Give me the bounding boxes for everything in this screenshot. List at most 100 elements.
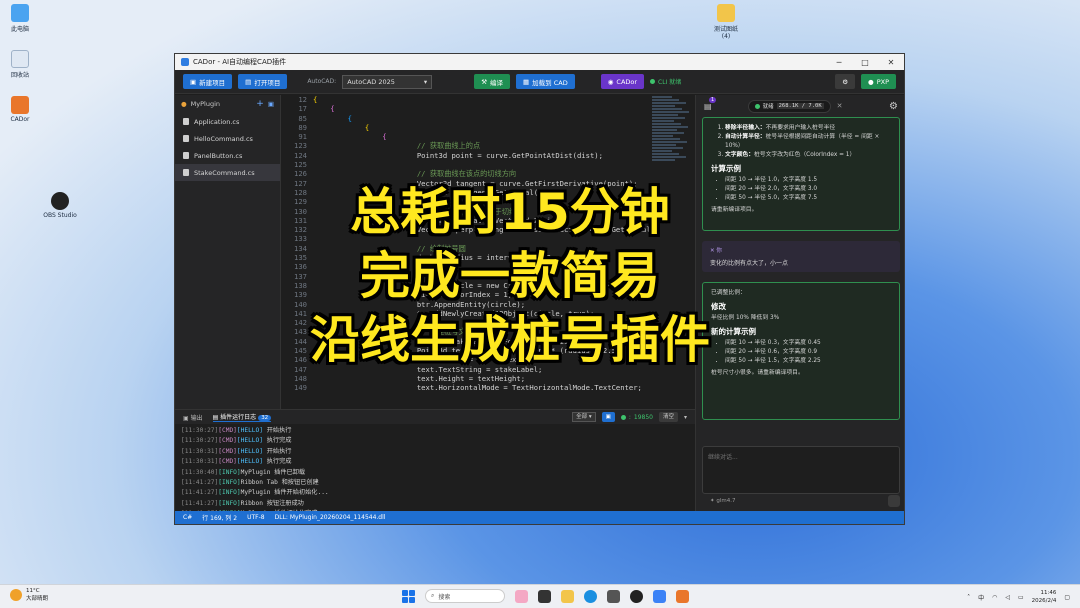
start-button[interactable] [402,589,415,603]
obs-taskbar-icon[interactable] [630,589,643,603]
refresh-icon[interactable]: ▣ [268,100,274,108]
new-project-button[interactable]: ▣ 新建项目 [183,74,233,89]
file-item-stakecommand[interactable]: StakeCommand.cs [175,164,280,181]
cursor-position[interactable]: 行 169, 列 2 [202,513,237,522]
history-icon[interactable]: ▤ 1 [704,96,717,111]
log-line: [11:30:31][CMD][HELLO] 执行完成 [181,457,689,467]
desktop-icon-cador[interactable]: CADor [0,96,40,123]
log-time: [11:30:40] [181,468,219,476]
taskbar: 11°C 大部晴朗 ⌕ 搜索 ˄ 中 ◠ ◁ ▭ 11:46 2026/2/4 ▢ [0,584,1080,608]
user-icon: ● [868,77,874,86]
log-line: [11:30:40][INFO]MyPlugin 插件已卸载 [181,468,689,478]
code-line[interactable]: { [313,95,683,104]
minimap-line [652,132,684,134]
desktop-icon-this-pc[interactable]: 此电脑 [0,4,40,33]
desktop-icon-folder[interactable]: 测试图纸 (4) [706,4,746,40]
battery-icon[interactable]: ▭ [1018,594,1024,601]
dll-name: DLL: MyPlugin_20260204_114544.dll [274,514,386,521]
log-content[interactable]: [11:30:27][CMD][HELLO] 开始执行 [11:30:27][CM… [175,424,695,522]
line-number: 126 [294,169,307,179]
file-item-panelbutton[interactable]: PanelButton.cs [175,147,280,164]
maximize-button[interactable]: □ [852,58,878,67]
window-title: CADor - AI自动编程CAD插件 [193,58,287,66]
log-tag: [CMD] [218,458,237,466]
gear-icon: ⚙ [842,77,849,86]
language-mode[interactable]: C# [183,514,192,521]
chat-input[interactable]: 继续对话... [702,446,900,494]
log-line: [11:30:31][CMD][HELLO] 开始执行 [181,447,689,457]
weather-widget[interactable]: 11°C 大部晴朗 [10,588,48,602]
encoding[interactable]: UTF-8 [247,514,265,521]
clock[interactable]: 11:46 2026/2/4 [1032,589,1057,605]
notification-icon[interactable]: ▢ [1064,594,1070,601]
autocad-label: AutoCAD: [307,78,337,85]
chevron-up-icon[interactable]: ˄ [967,594,970,601]
cador-taskbar-icon[interactable] [676,589,689,603]
log-panel: ▣ 输出 ▤ 插件运行日志 32 全部 ▾ ▣ :19850 清空 ▾ [11:3… [175,409,695,517]
project-header[interactable]: ● MyPlugin + ▣ [175,95,280,113]
gear-icon[interactable]: ⚙ [889,101,898,112]
code-line[interactable]: // 获取曲线在该点的切线方向 [313,169,683,178]
app-taskbar-icon[interactable] [653,589,666,603]
open-project-button[interactable]: ▤ 打开项目 [238,74,288,89]
minimap-line [652,129,677,131]
autocad-version-select[interactable]: AutoCAD 2025 ▾ [342,74,433,89]
widgets-icon[interactable] [515,589,528,603]
minimap-line [652,108,682,110]
log-time: [11:30:31] [181,458,219,466]
code-line[interactable]: { [313,114,683,123]
history-badge: 1 [709,96,717,103]
user-button[interactable]: ● PXP [861,74,896,89]
ime-indicator[interactable]: 中 [978,593,984,602]
desktop-icon-obs[interactable]: OBS Studio [40,192,80,219]
recycle-bin-icon [11,50,29,68]
code-line[interactable]: { [313,132,683,141]
close-icon[interactable]: ✕ [837,102,843,110]
cador-button[interactable]: ◉ CADor [600,74,645,89]
scroll-lock-button[interactable]: ▣ [601,412,615,422]
desktop-icon-recycle-bin[interactable]: 回收站 [0,50,40,79]
tab-plugin-log[interactable]: ▤ 插件运行日志 32 [212,412,272,422]
load-to-cad-button[interactable]: ▦ 加载到 CAD [516,74,575,89]
file-icon [183,169,189,176]
log-src: MyPlugin [240,489,271,497]
hammer-icon: ⚒ [481,77,488,86]
model-selector[interactable]: ✦ glm4.7 [710,498,735,504]
file-explorer-icon[interactable] [561,589,574,603]
log-filter-select[interactable]: 全部 ▾ [572,412,596,422]
title-bar[interactable]: CADor - AI自动编程CAD插件 ─ □ ✕ [175,54,904,70]
code-line[interactable]: // 获取曲线上的点 [313,141,683,150]
log-tabs: ▣ 输出 ▤ 插件运行日志 32 全部 ▾ ▣ :19850 清空 ▾ [175,410,695,424]
send-button[interactable] [888,495,900,507]
collapse-icon[interactable]: ▾ [684,414,687,421]
file-item-hellocommand[interactable]: HelloCommand.cs [175,130,280,147]
tab-output[interactable]: ▣ 输出 [183,413,203,422]
clear-log-button[interactable]: 清空 [658,412,678,422]
code-line[interactable] [313,160,683,169]
code-line[interactable]: { [313,123,683,132]
wifi-icon[interactable]: ◠ [992,594,997,601]
toolbar: ▣ 新建项目 ▤ 打开项目 AutoCAD: AutoCAD 2025 ▾ ⚒ 编译 ▦… [175,70,904,94]
add-file-icon[interactable]: + [256,99,264,109]
file-item-application[interactable]: Application.cs [175,113,280,130]
edge-icon[interactable] [584,589,597,603]
minimap-line [652,138,680,140]
log-time: [11:30:27] [181,437,219,445]
store-icon[interactable] [607,589,620,603]
taskbar-search[interactable]: ⌕ 搜索 [425,589,505,603]
log-time: [11:30:27] [181,427,219,434]
minimize-button[interactable]: ─ [826,58,852,67]
settings-button[interactable]: ⚙ [835,74,856,89]
close-button[interactable]: ✕ [878,58,904,67]
volume-icon[interactable]: ◁ [1005,594,1010,601]
task-view-icon[interactable] [538,589,551,603]
code-line[interactable]: Point3d point = curve.GetPointAtDist(dis… [313,151,683,160]
log-tag: [CMD] [218,427,237,434]
compile-button[interactable]: ⚒ 编译 [474,74,511,89]
log-line: [11:41:27][INFO]MyPlugin 插件开始初始化... [181,488,689,498]
code-line[interactable]: text.Height = textHeight; [313,374,683,383]
minimap-line [652,153,679,155]
code-line[interactable]: { [313,104,683,113]
code-line[interactable]: text.HorizontalMode = TextHorizontalMode… [313,383,683,392]
status-bar: C# 行 169, 列 2 UTF-8 DLL: MyPlugin_202602… [175,511,904,524]
